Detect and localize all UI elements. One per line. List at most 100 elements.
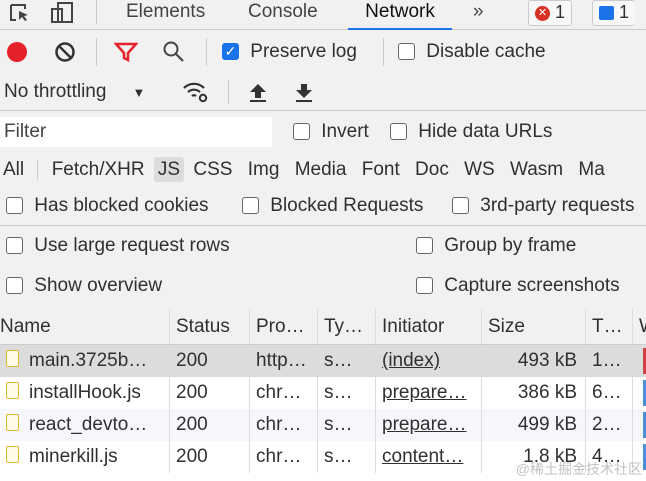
show-overview-checkbox[interactable]: Show overview xyxy=(6,275,162,297)
disable-cache-checkbox[interactable]: Disable cache xyxy=(398,41,546,63)
inspect-element-icon[interactable] xyxy=(8,2,32,30)
col-type[interactable]: Ty… xyxy=(318,309,376,344)
protocol-text: http… xyxy=(256,350,307,371)
time-text: 1… xyxy=(592,350,622,371)
cell-type: s… xyxy=(318,409,376,441)
col-protocol[interactable]: Pro… xyxy=(250,309,318,344)
large-rows-checkbox[interactable]: Use large request rows xyxy=(6,235,230,257)
message-count-badge[interactable]: 1 xyxy=(592,0,636,26)
cell-status: 200 xyxy=(170,441,250,473)
type-text: s… xyxy=(324,382,353,403)
cell-name: minerkill.js xyxy=(0,441,170,473)
col-initiator[interactable]: Initiator xyxy=(376,309,482,344)
filter-placeholder: Filter xyxy=(4,121,47,142)
invert-label: Invert xyxy=(321,121,369,142)
resource-type-filters: All Fetch/XHR JS CSS Img Media Font Doc … xyxy=(0,157,605,183)
chevron-down-icon: ▼ xyxy=(132,85,146,100)
time-text: 2… xyxy=(592,414,622,435)
cell-initiator[interactable]: prepare… xyxy=(376,409,482,441)
type-css[interactable]: CSS xyxy=(193,159,232,180)
cell-size: 386 kB xyxy=(482,377,586,409)
type-all[interactable]: All xyxy=(3,159,24,180)
col-name[interactable]: Name xyxy=(0,309,170,344)
message-count: 1 xyxy=(619,2,630,22)
blocked-cookies-checkbox[interactable]: Has blocked cookies xyxy=(6,195,209,217)
type-img[interactable]: Img xyxy=(248,159,280,180)
type-js[interactable]: JS xyxy=(153,157,185,182)
blocked-cookies-label: Has blocked cookies xyxy=(34,195,209,216)
cell-status: 200 xyxy=(170,345,250,377)
type-doc[interactable]: Doc xyxy=(415,159,449,180)
initiator-text: content… xyxy=(382,446,464,467)
cell-initiator[interactable]: content… xyxy=(376,441,482,473)
name-text: react_devto… xyxy=(29,414,148,435)
filter-input[interactable]: Filter xyxy=(0,117,272,147)
throttling-value: No throttling xyxy=(4,81,107,102)
cell-initiator[interactable]: prepare… xyxy=(376,377,482,409)
table-row[interactable]: installHook.js 200 chr… s… prepare… 386 kB 6… xyxy=(0,377,646,409)
col-waterfall[interactable]: W xyxy=(633,309,646,344)
hide-data-urls-label: Hide data URLs xyxy=(418,121,553,142)
tab-network[interactable]: Network xyxy=(348,0,452,30)
table-row[interactable]: react_devto… 200 chr… s… prepare… 499 kB 2… xyxy=(0,409,646,441)
invert-checkbox[interactable]: Invert xyxy=(293,121,369,143)
import-har-icon[interactable] xyxy=(248,82,268,110)
script-file-icon xyxy=(6,446,19,464)
status-text: 200 xyxy=(176,446,208,467)
col-time[interactable]: T… xyxy=(586,309,633,344)
type-text: s… xyxy=(324,446,353,467)
initiator-text: (index) xyxy=(382,350,441,371)
blocked-requests-label: Blocked Requests xyxy=(270,195,424,216)
export-har-icon[interactable] xyxy=(294,82,314,110)
type-ws[interactable]: WS xyxy=(464,159,495,180)
col-status[interactable]: Status xyxy=(170,309,250,344)
record-button[interactable] xyxy=(7,42,27,62)
table-row[interactable]: main.3725b… 200 http… s… (index) 493 kB 1… xyxy=(0,345,646,377)
cell-initiator[interactable]: (index) xyxy=(376,345,482,377)
initiator-text: prepare… xyxy=(382,382,467,403)
error-count-badge[interactable]: ✕ 1 xyxy=(528,0,573,26)
cell-type: s… xyxy=(318,377,376,409)
more-tabs-button[interactable]: » xyxy=(473,0,484,30)
status-text: 200 xyxy=(176,414,208,435)
table-header: Name Status Pro… Ty… Initiator Size T… W xyxy=(0,309,646,345)
hide-data-urls-checkbox[interactable]: Hide data URLs xyxy=(390,121,552,143)
clear-icon[interactable] xyxy=(54,41,76,69)
cell-type: s… xyxy=(318,441,376,473)
third-party-checkbox[interactable]: 3rd-party requests xyxy=(452,195,634,217)
filter-icon[interactable] xyxy=(113,42,139,68)
name-text: main.3725b… xyxy=(29,350,148,371)
group-by-frame-checkbox[interactable]: Group by frame xyxy=(416,235,576,257)
cell-protocol: chr… xyxy=(250,377,318,409)
script-file-icon xyxy=(6,350,19,368)
blocked-requests-checkbox[interactable]: Blocked Requests xyxy=(242,195,423,217)
cell-name: react_devto… xyxy=(0,409,170,441)
cell-name: installHook.js xyxy=(0,377,170,409)
cell-time: 1… xyxy=(586,345,633,377)
type-wasm[interactable]: Wasm xyxy=(510,159,563,180)
throttling-select[interactable]: No throttling ▼ xyxy=(4,81,145,103)
time-text: 6… xyxy=(592,382,622,403)
type-fetch-xhr[interactable]: Fetch/XHR xyxy=(52,159,145,180)
size-text: 386 kB xyxy=(517,382,577,403)
network-conditions-icon[interactable] xyxy=(182,80,210,110)
type-manifest[interactable]: Ma xyxy=(578,159,604,180)
script-file-icon xyxy=(6,414,19,432)
watermark: @稀土掘金技术社区 xyxy=(515,461,642,477)
device-toolbar-icon[interactable] xyxy=(50,1,76,31)
cell-name: main.3725b… xyxy=(0,345,170,377)
tab-elements[interactable]: Elements xyxy=(126,0,205,30)
group-by-frame-label: Group by frame xyxy=(444,235,577,256)
type-media[interactable]: Media xyxy=(295,159,347,180)
capture-screenshots-checkbox[interactable]: Capture screenshots xyxy=(416,275,620,297)
type-font[interactable]: Font xyxy=(362,159,400,180)
large-rows-label: Use large request rows xyxy=(34,235,230,256)
preserve-log-checkbox[interactable]: ✓ Preserve log xyxy=(222,41,357,63)
tab-console[interactable]: Console xyxy=(248,0,318,30)
cell-time: 2… xyxy=(586,409,633,441)
type-text: s… xyxy=(324,350,353,371)
requests-table: Name Status Pro… Ty… Initiator Size T… W… xyxy=(0,309,646,481)
search-icon[interactable] xyxy=(162,40,186,70)
waterfall-bar xyxy=(633,345,646,377)
col-size[interactable]: Size xyxy=(482,309,586,344)
